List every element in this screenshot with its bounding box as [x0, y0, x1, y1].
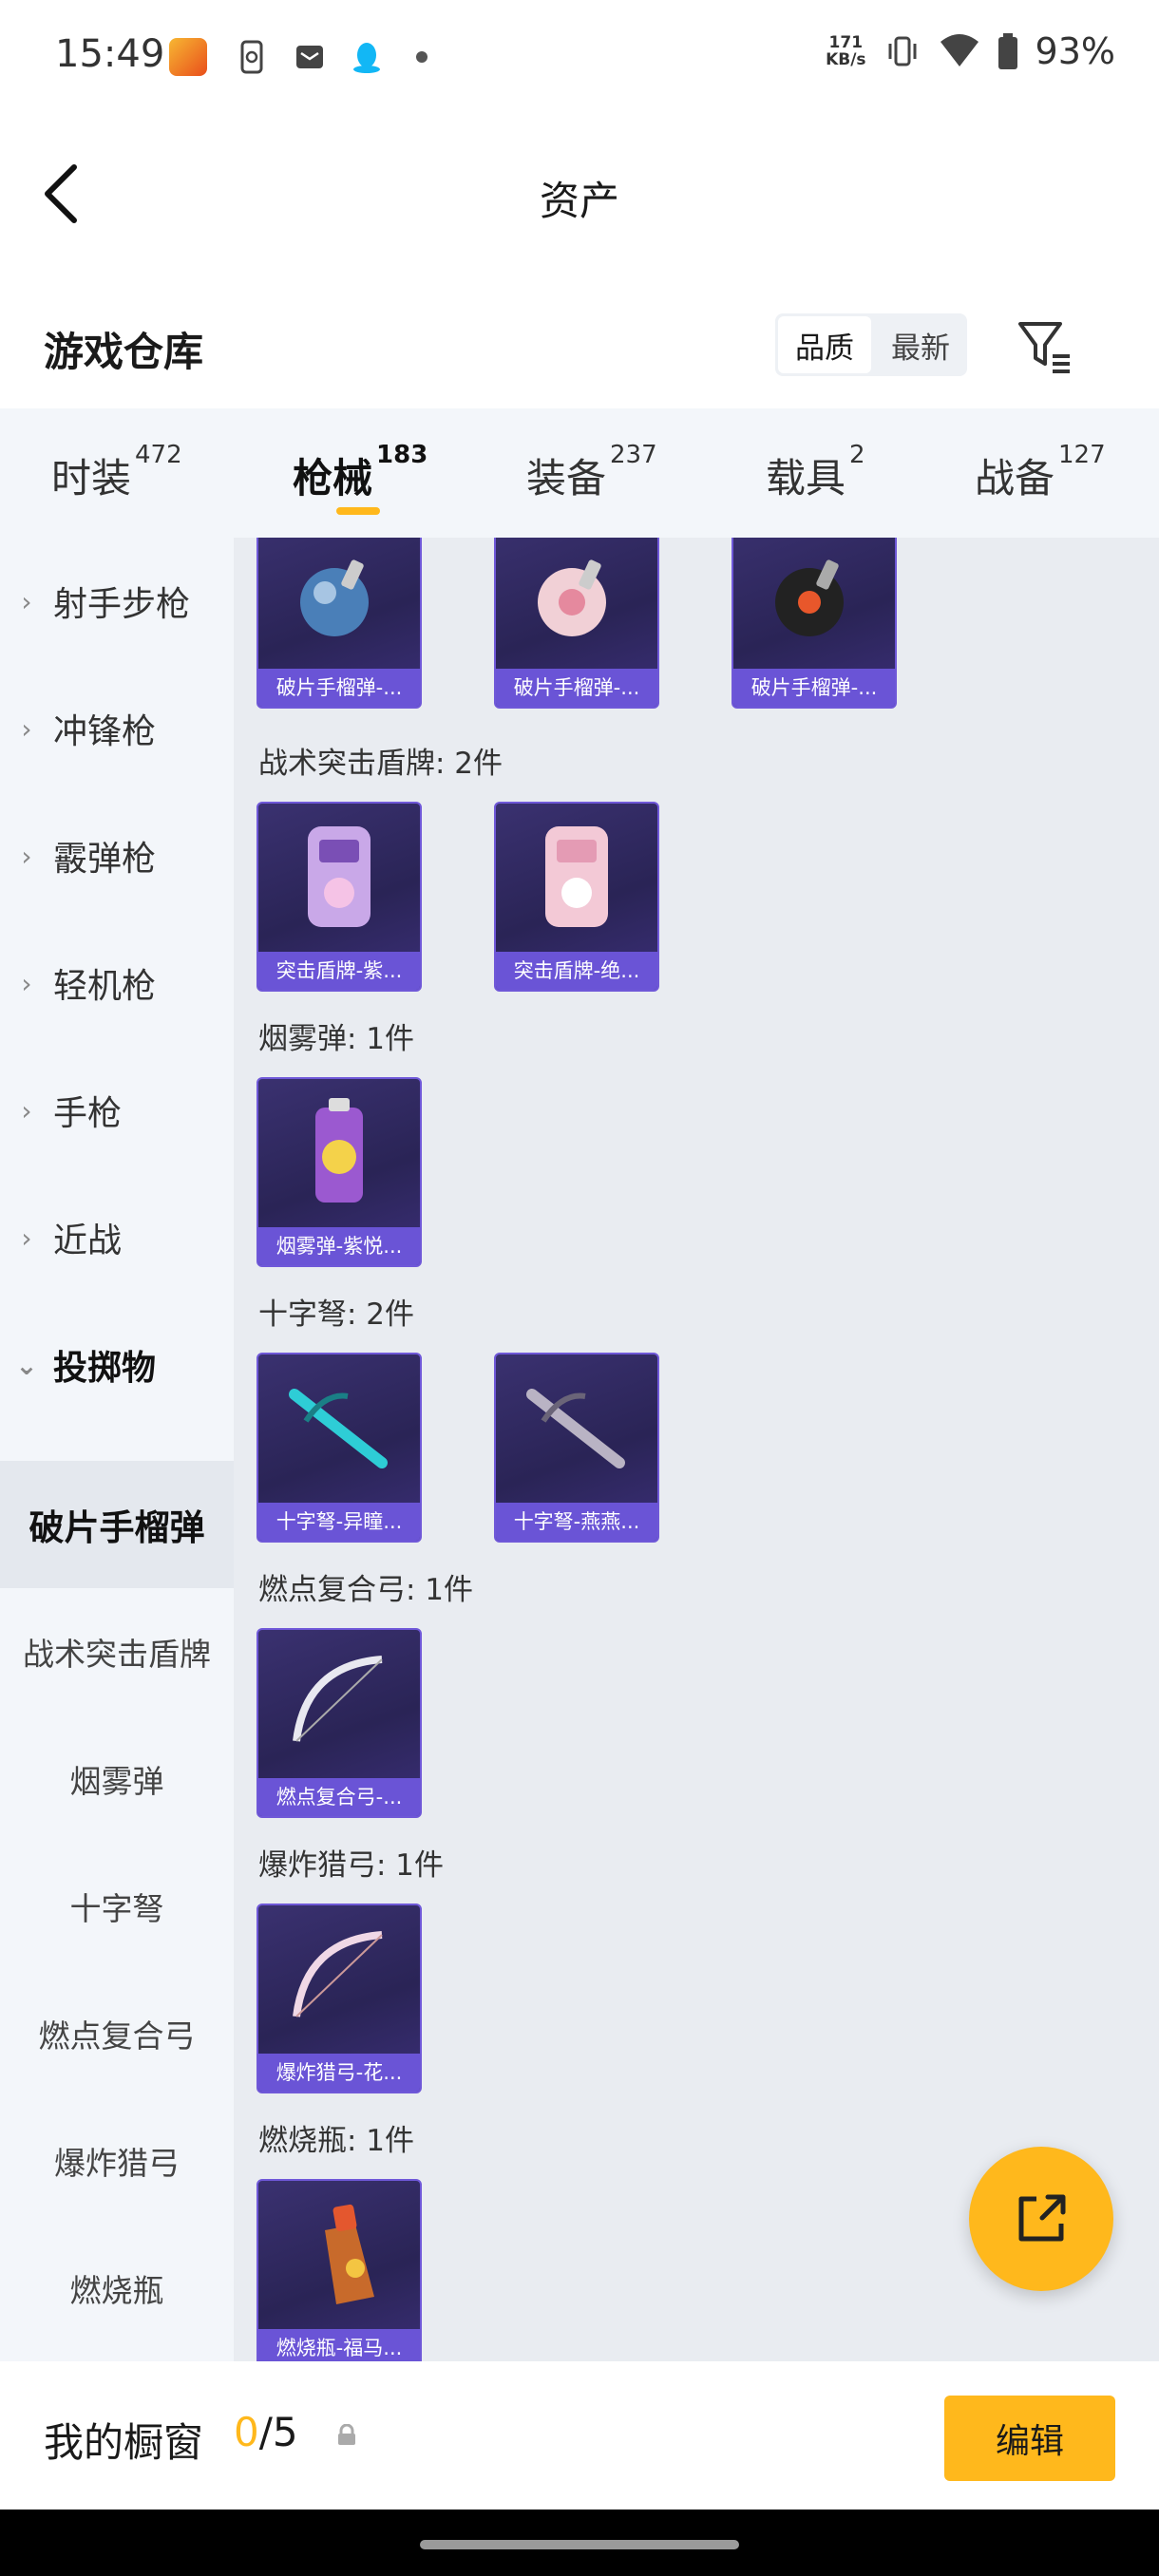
edit-button[interactable]: 编辑 — [944, 2396, 1115, 2481]
share-fab-button[interactable] — [969, 2147, 1113, 2291]
qq-icon — [348, 38, 386, 76]
sidebar-item-pistol[interactable]: › 手枪 — [0, 1047, 234, 1174]
external-link-icon — [1018, 2194, 1066, 2242]
item-card[interactable]: 破片手榴弹-... — [494, 538, 659, 709]
item-card[interactable]: 破片手榴弹-... — [256, 538, 422, 709]
home-indicator[interactable] — [420, 2540, 739, 2549]
status-time: 15:49 — [55, 32, 165, 76]
sidebar-item-throwables[interactable]: ⌄ 投掷物 — [0, 1301, 234, 1429]
notification-dot-icon — [416, 51, 428, 63]
item-card[interactable]: 燃烧瓶-福马... — [256, 2179, 422, 2361]
page-title: 资产 — [539, 178, 619, 224]
battery-level: 93% — [1035, 30, 1115, 72]
sort-option-latest[interactable]: 最新 — [874, 313, 967, 376]
active-tab-indicator — [336, 507, 380, 515]
item-card[interactable]: 破片手榴弹-... — [732, 538, 897, 709]
showcase-title: 我的橱窗 — [44, 2419, 204, 2466]
sidebar-sub-compound-bow[interactable]: 燃点复合弓 — [0, 1970, 234, 2097]
group-title: 十字弩: 2件 — [258, 1297, 415, 1332]
wifi-icon — [940, 34, 978, 66]
bow-icon — [258, 1630, 420, 1776]
tab-firearms[interactable]: 枪械 183 — [293, 441, 428, 504]
system-nav-bar — [0, 2510, 1159, 2576]
tab-vehicles[interactable]: 载具 2 — [766, 441, 865, 504]
game-app-icon — [169, 38, 207, 76]
filter-button[interactable] — [1013, 314, 1079, 381]
sidebar-item-shotgun[interactable]: › 霰弹枪 — [0, 792, 234, 919]
network-speed: 171 KB/s — [826, 33, 866, 69]
filter-icon — [1018, 322, 1070, 373]
sidebar-sub-crossbow[interactable]: 十字弩 — [0, 1843, 234, 1970]
grenade-icon — [258, 538, 420, 667]
page-header: 资产 — [0, 133, 1159, 256]
sidebar-sub-smoke-grenade[interactable]: 烟雾弹 — [0, 1715, 234, 1843]
grenade-icon — [733, 538, 895, 667]
sidebar-sub-assault-shield[interactable]: 战术突击盾牌 — [0, 1588, 234, 1715]
showcase-count: 0/5 — [234, 2409, 298, 2455]
sidebar-sub-frag-grenade[interactable]: 破片手榴弹 — [0, 1461, 234, 1588]
chevron-right-icon: › — [21, 967, 32, 999]
sidebar-item-melee[interactable]: › 近战 — [0, 1174, 234, 1301]
mail-icon — [291, 38, 329, 76]
battery-icon — [998, 33, 1017, 69]
tab-fashion[interactable]: 时装 472 — [51, 441, 182, 504]
chevron-right-icon: › — [21, 585, 32, 617]
sidebar-sub-explosive-bow[interactable]: 爆炸猎弓 — [0, 2097, 234, 2225]
item-card[interactable]: 突击盾牌-绝... — [494, 802, 659, 992]
chevron-down-icon: ⌄ — [15, 1349, 38, 1381]
tab-tactical[interactable]: 战备 127 — [975, 441, 1106, 504]
group-title: 燃烧瓶: 1件 — [258, 2124, 415, 2158]
group-title: 战术突击盾牌: 2件 — [258, 747, 504, 781]
item-card[interactable]: 爆炸猎弓-花... — [256, 1904, 422, 2093]
status-bar: 15:49 171 KB/s 93% — [0, 0, 1159, 114]
item-grid: 破片手榴弹-... 破片手榴弹-... 破片手榴弹-... 战术突击盾牌: 2件… — [234, 538, 1159, 2361]
section-title: 游戏仓库 — [44, 329, 204, 375]
group-title: 爆炸猎弓: 1件 — [258, 1848, 445, 1883]
shield-icon — [258, 804, 420, 950]
item-card[interactable]: 燃点复合弓-... — [256, 1628, 422, 1818]
sort-toggle: 品质 最新 — [775, 313, 967, 376]
tab-equipment[interactable]: 装备 237 — [526, 441, 657, 504]
sidebar: › 射手步枪 › 冲锋枪 › 霰弹枪 › 轻机枪 › 手枪 › 近战 ⌄ 投掷物 破片手榴弹 … — [0, 538, 234, 2361]
item-card[interactable]: 烟雾弹-紫悦... — [256, 1077, 422, 1267]
chevron-right-icon: › — [21, 1094, 32, 1127]
sidebar-item-marksman-rifle[interactable]: › 射手步枪 — [0, 538, 234, 665]
category-tabs: 时装 472 枪械 183 装备 237 载具 2 战备 127 — [0, 408, 1159, 538]
shield-icon — [496, 804, 657, 950]
lock-icon — [338, 2424, 355, 2445]
sidebar-sub-molotov[interactable]: 燃烧瓶 — [0, 2225, 234, 2352]
chevron-right-icon: › — [21, 1222, 32, 1254]
group-title: 燃点复合弓: 1件 — [258, 1573, 474, 1607]
item-card[interactable]: 突击盾牌-紫... — [256, 802, 422, 992]
chevron-right-icon: › — [21, 712, 32, 745]
smoke-grenade-icon — [258, 1079, 420, 1225]
item-card[interactable]: 十字弩-燕燕... — [494, 1353, 659, 1543]
phone-sync-icon — [234, 38, 272, 76]
sort-option-quality[interactable]: 品质 — [778, 316, 871, 373]
vibrate-icon — [888, 36, 917, 66]
warehouse-header: 游戏仓库 品质 最新 — [0, 299, 1159, 394]
showcase-bar: 我的橱窗 0/5 编辑 — [0, 2361, 1159, 2510]
crossbow-icon — [496, 1354, 657, 1501]
item-card[interactable]: 十字弩-异瞳... — [256, 1353, 422, 1543]
grenade-icon — [496, 538, 657, 667]
bow-icon — [258, 1905, 420, 2052]
molotov-icon — [258, 2181, 420, 2327]
sidebar-item-lmg[interactable]: › 轻机枪 — [0, 919, 234, 1047]
chevron-right-icon: › — [21, 840, 32, 872]
group-title: 烟雾弹: 1件 — [258, 1022, 415, 1056]
sidebar-item-smg[interactable]: › 冲锋枪 — [0, 665, 234, 792]
crossbow-icon — [258, 1354, 420, 1501]
